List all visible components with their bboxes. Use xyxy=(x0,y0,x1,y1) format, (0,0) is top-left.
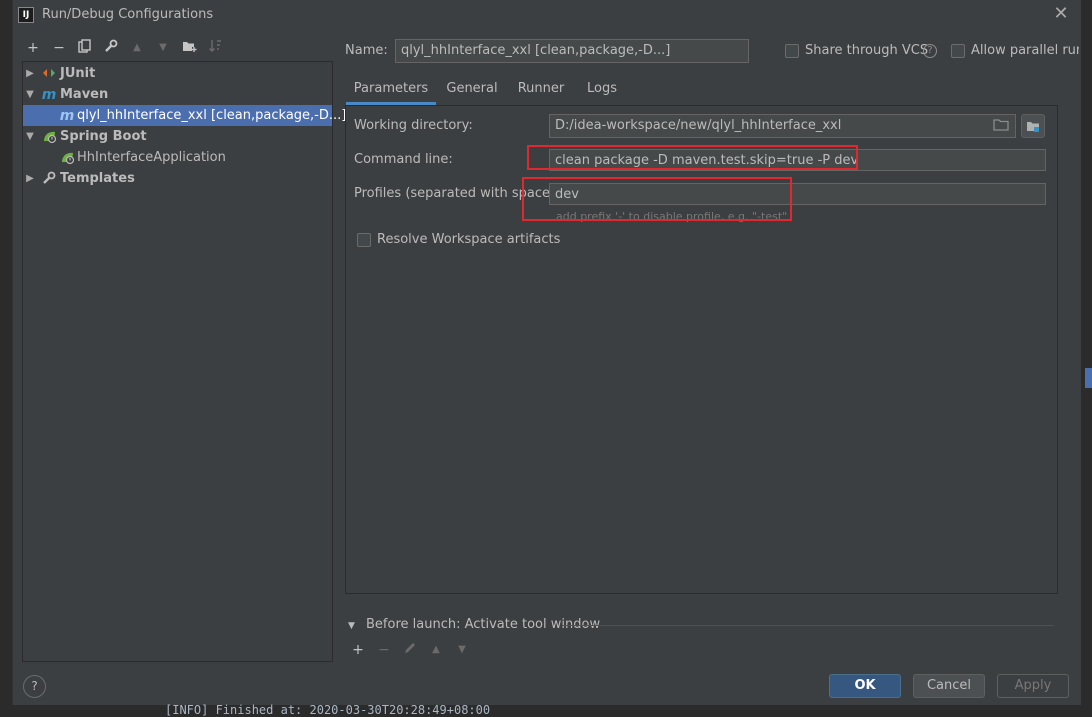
allow-parallel-checkbox[interactable] xyxy=(951,44,965,58)
help-button[interactable]: ? xyxy=(23,675,46,698)
remove-configuration-button[interactable]: − xyxy=(50,39,68,57)
folder-macro-icon xyxy=(1027,122,1039,132)
add-configuration-button[interactable]: + xyxy=(24,39,42,57)
highlight-box-command-line xyxy=(527,145,858,170)
browse-macros-button[interactable] xyxy=(1021,114,1045,138)
expand-arrow-icon[interactable]: ▶ xyxy=(25,63,35,84)
tree-item-templates[interactable]: ▶ Templates xyxy=(23,168,332,189)
close-icon[interactable]: ✕ xyxy=(1052,4,1070,24)
share-vcs-checkbox[interactable] xyxy=(785,44,799,58)
name-label: Name: xyxy=(345,43,388,58)
folder-add-icon xyxy=(182,42,196,52)
collapse-arrow-icon[interactable]: ▼ xyxy=(348,621,355,631)
tree-item-junit[interactable]: ▶ JUnit xyxy=(23,63,332,84)
new-folder-button[interactable] xyxy=(180,39,198,57)
tree-item-label: JUnit xyxy=(60,66,96,81)
remove-task-button[interactable]: − xyxy=(375,641,393,659)
wrench-icon xyxy=(41,171,57,187)
help-icon[interactable]: ? xyxy=(923,44,937,58)
spring-boot-icon xyxy=(41,129,57,145)
collapse-arrow-icon[interactable]: ▼ xyxy=(25,84,35,105)
tree-item-label: Maven xyxy=(60,87,109,102)
background-selection xyxy=(1085,368,1092,388)
name-field[interactable]: qlyl_hhInterface_xxl [clean,package,-D..… xyxy=(395,39,749,63)
tree-item-hhinterface-app[interactable]: HhInterfaceApplication xyxy=(23,147,332,168)
maven-icon: m xyxy=(41,87,57,103)
tree-item-label: Spring Boot xyxy=(60,129,147,144)
working-directory-field[interactable]: D:/idea-workspace/new/qlyl_hhInterface_x… xyxy=(549,114,1016,138)
edit-defaults-button[interactable] xyxy=(102,39,120,57)
background-console xyxy=(0,703,1092,717)
junit-icon xyxy=(41,66,57,82)
highlight-box-profiles xyxy=(522,177,792,221)
tab-general[interactable]: General xyxy=(440,78,504,105)
share-vcs-label: Share through VCS xyxy=(805,43,929,58)
tab-runner[interactable]: Runner xyxy=(510,78,572,105)
configuration-tree: ▶ JUnit ▼ m Maven m qlyl_hhInterface_xxl… xyxy=(22,61,346,662)
folder-icon[interactable] xyxy=(993,118,1009,132)
sort-icon xyxy=(209,40,221,52)
tree-item-maven-config[interactable]: m qlyl_hhInterface_xxl [clean,package,-D… xyxy=(23,105,346,126)
console-output-line: [INFO] Finished at: 2020-03-30T20:28:49+… xyxy=(165,703,491,717)
collapse-arrow-icon[interactable]: ▼ xyxy=(25,126,35,147)
allow-parallel-label: Allow parallel run xyxy=(971,43,1079,58)
copy-configuration-button[interactable] xyxy=(76,39,94,57)
apply-button[interactable]: Apply xyxy=(997,674,1069,698)
separator xyxy=(562,625,1054,626)
move-down-button[interactable]: ▼ xyxy=(154,39,172,57)
add-task-button[interactable]: + xyxy=(349,641,367,659)
working-directory-label: Working directory: xyxy=(354,118,473,133)
intellij-logo-icon: IJ xyxy=(18,7,34,23)
sort-button[interactable] xyxy=(206,39,224,57)
move-task-down-button[interactable]: ▼ xyxy=(453,641,471,659)
background-ide-left xyxy=(0,0,12,717)
resolve-workspace-label: Resolve Workspace artifacts xyxy=(377,232,561,247)
ok-button[interactable]: OK xyxy=(829,674,901,698)
resolve-workspace-checkbox[interactable] xyxy=(357,233,371,247)
cancel-button[interactable]: Cancel xyxy=(913,674,985,698)
move-up-button[interactable]: ▲ xyxy=(128,39,146,57)
tree-item-maven[interactable]: ▼ m Maven xyxy=(23,84,332,105)
dialog-title: Run/Debug Configurations xyxy=(42,7,214,22)
tab-logs[interactable]: Logs xyxy=(578,78,626,105)
maven-config-icon: m xyxy=(59,108,75,124)
tab-parameters[interactable]: Parameters xyxy=(346,78,436,105)
command-line-label: Command line: xyxy=(354,152,453,167)
copy-icon xyxy=(78,39,91,53)
tree-item-label: qlyl_hhInterface_xxl [clean,package,-D..… xyxy=(77,108,347,123)
pencil-icon xyxy=(405,643,415,653)
spring-app-icon xyxy=(59,150,75,166)
tree-item-label: HhInterfaceApplication xyxy=(77,150,226,165)
wrench-icon xyxy=(105,39,118,52)
expand-arrow-icon[interactable]: ▶ xyxy=(25,168,35,189)
tree-item-label: Templates xyxy=(60,171,135,186)
edit-task-button[interactable] xyxy=(401,641,419,659)
move-task-up-button[interactable]: ▲ xyxy=(427,641,445,659)
background-ide-right xyxy=(1081,0,1092,717)
tree-item-spring-boot[interactable]: ▼ Spring Boot xyxy=(23,126,332,147)
